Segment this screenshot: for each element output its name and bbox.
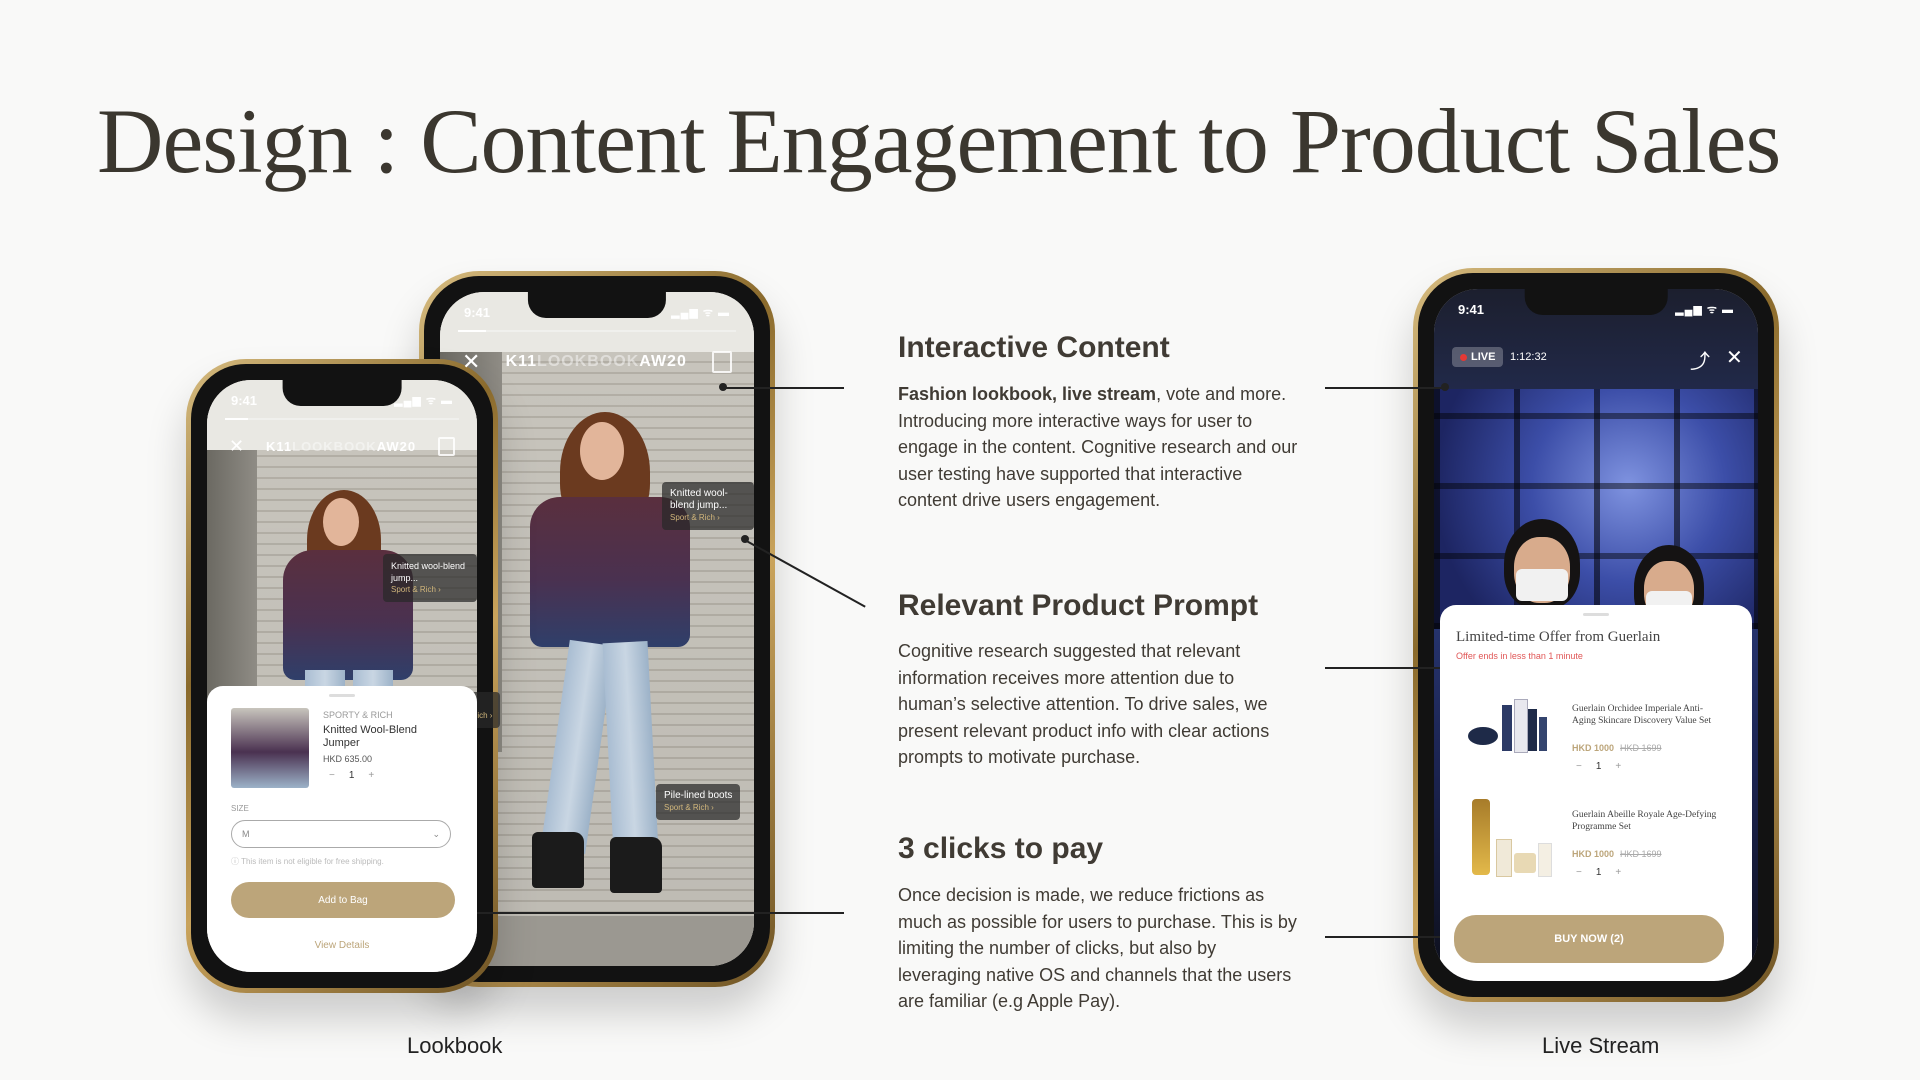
offer-title: Limited-time Offer from Guerlain — [1456, 629, 1661, 645]
close-icon[interactable]: ✕ — [462, 349, 480, 375]
product-price: HKD 1000 HKD 1699 — [1572, 743, 1662, 753]
product-name: Guerlain Abeille Royale Age-Defying Prog… — [1572, 810, 1717, 832]
product-sheet: SPORTY & RICH Knitted Wool-Blend Jumper … — [207, 686, 477, 972]
livestream-screen: 9:41 ▂▄▆ ᯤ ▬ LIVE 1:12:32 ⤴ ✕ Limited-ti… — [1434, 289, 1758, 981]
product-name: Guerlain Orchidee Imperiale Anti-Aging S… — [1572, 704, 1712, 726]
shipping-note: ⓘ This item is not eligible for free shi… — [231, 857, 384, 866]
minus-icon[interactable]: − — [329, 770, 335, 781]
share-icon[interactable]: ⤴ — [1690, 345, 1710, 374]
product-image-orchidee — [1468, 695, 1558, 759]
product-tag-jumper[interactable]: Knitted wool-blend jump... Sport & Rich › — [662, 482, 754, 530]
story-progress-bar — [225, 418, 459, 420]
connector-line — [1325, 667, 1445, 669]
live-video-backdrop — [1434, 389, 1758, 629]
plus-icon[interactable]: + — [1615, 761, 1621, 772]
story-progress-bar — [458, 330, 736, 332]
status-bar: 9:41 ▂▄▆ ᯤ ▬ — [207, 380, 477, 420]
sheet-handle[interactable] — [1583, 613, 1609, 616]
product-tag-jumper[interactable]: Knitted wool-blend jump... Sport & Rich › — [383, 554, 477, 602]
lookbook-brand: K11LOOKBOOKAW20 — [265, 438, 417, 454]
section-body-pay: Once decision is made, we reduce frictio… — [898, 885, 1297, 1011]
lookbook-brand: K11LOOKBOOKAW20 — [505, 353, 687, 370]
live-timer: 1:12:32 — [1510, 351, 1547, 363]
quantity-stepper[interactable]: −1 + — [1576, 867, 1621, 878]
connector-dot — [1441, 383, 1449, 391]
view-details-link[interactable]: View Details — [207, 940, 477, 951]
livestream-phone: 9:41 ▂▄▆ ᯤ ▬ LIVE 1:12:32 ⤴ ✕ Limited-ti… — [1413, 268, 1779, 1002]
signal-wifi-battery-icon: ▂▄▆ ᯤ ▬ — [671, 306, 730, 319]
connector-dot — [741, 535, 749, 543]
buy-now-button[interactable]: BUY NOW (2) — [1454, 915, 1724, 963]
close-icon[interactable]: ✕ — [229, 436, 244, 457]
signal-wifi-battery-icon: ▂▄▆ ᯤ ▬ — [1675, 303, 1734, 316]
product-price: HKD 1000 HKD 1699 — [1572, 849, 1662, 859]
status-bar: 9:41 ▂▄▆ ᯤ ▬ — [1434, 289, 1758, 329]
status-time: 9:41 — [464, 304, 491, 320]
page-title: Design : Content Engagement to Product S… — [97, 90, 1781, 192]
caption-livestream: Live Stream — [1542, 1033, 1660, 1058]
live-badge: LIVE — [1452, 347, 1504, 367]
close-icon[interactable]: ✕ — [1726, 345, 1743, 370]
minus-icon[interactable]: − — [1576, 761, 1582, 772]
live-dot-icon — [1460, 353, 1467, 361]
product-name: Knitted Wool-Blend Jumper — [323, 724, 417, 749]
status-time: 9:41 — [231, 392, 258, 408]
sheet-handle[interactable] — [329, 694, 355, 697]
minus-icon[interactable]: − — [1576, 867, 1582, 878]
plus-icon[interactable]: + — [1615, 867, 1621, 878]
shopping-bag-icon[interactable] — [438, 436, 455, 456]
size-label: SIZE — [231, 804, 249, 813]
lookbook-screen-front: 9:41 ▂▄▆ ᯤ ▬ ✕ K11LOOKBOOKAW20 Knitted w… — [207, 380, 477, 972]
section-heading-interactive: Interactive Content — [898, 331, 1170, 364]
shopping-bag-icon[interactable] — [712, 351, 732, 373]
plus-icon[interactable]: + — [368, 770, 374, 781]
connector-line — [433, 912, 844, 914]
add-to-bag-button[interactable]: Add to Bag — [231, 882, 455, 918]
quantity-stepper[interactable]: −1 + — [1576, 761, 1621, 772]
product-price: HKD 635.00 — [323, 754, 373, 764]
product-tag-boots[interactable]: Pile-lined boots Sport & Rich › — [656, 784, 741, 820]
section-body-interactive: Fashion lookbook, live stream, vote and … — [898, 384, 1298, 510]
status-time: 9:41 — [1458, 301, 1485, 317]
connector-dot — [719, 383, 727, 391]
section-heading-prompt: Relevant Product Prompt — [898, 589, 1259, 622]
quantity-stepper[interactable]: −1 + — [329, 770, 374, 781]
size-select[interactable]: M ⌄ — [231, 820, 451, 848]
product-brand: SPORTY & RICH — [323, 710, 393, 720]
connector-line — [1325, 387, 1445, 389]
caption-lookbook: Lookbook — [407, 1033, 503, 1058]
product-image-abeille — [1468, 799, 1558, 879]
section-body-prompt: Cognitive research suggested that releva… — [898, 641, 1270, 767]
product-thumbnail — [231, 708, 309, 788]
signal-wifi-battery-icon: ▂▄▆ ᯤ ▬ — [394, 394, 453, 407]
section-heading-pay: 3 clicks to pay — [898, 832, 1104, 865]
lookbook-phone-front: 9:41 ▂▄▆ ᯤ ▬ ✕ K11LOOKBOOKAW20 Knitted w… — [186, 359, 498, 993]
status-bar: 9:41 ▂▄▆ ᯤ ▬ — [440, 292, 754, 332]
offer-panel: Limited-time Offer from Guerlain Offer e… — [1440, 605, 1752, 981]
chevron-down-icon: ⌄ — [432, 828, 440, 839]
offer-countdown: Offer ends in less than 1 minute — [1456, 651, 1583, 661]
connector-line — [724, 387, 844, 389]
